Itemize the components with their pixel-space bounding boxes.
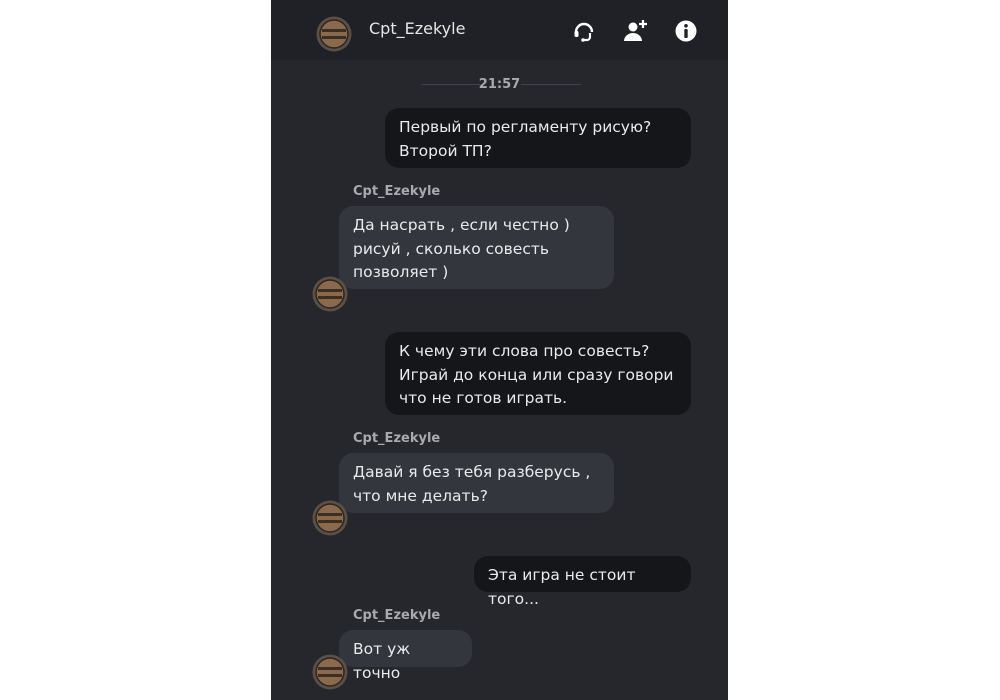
sender-avatar[interactable] xyxy=(312,276,348,312)
avatar-image xyxy=(312,500,348,536)
time-divider: 21:57 xyxy=(271,75,728,95)
message-bubble-outgoing[interactable]: Первый по регламенту рисую? Второй ТП? xyxy=(385,108,691,168)
message-bubble-outgoing[interactable]: Эта игра не стоит того... xyxy=(474,556,691,608)
message-bubble-incoming[interactable]: Да насрать , если честно ) рисуй , сколь… xyxy=(339,206,614,289)
info-button[interactable] xyxy=(672,17,700,45)
chat-header: Cpt_Ezekyle xyxy=(271,0,728,60)
divider-line-right xyxy=(521,84,581,85)
sender-name: Cpt_Ezekyle xyxy=(353,431,441,446)
sender-avatar[interactable] xyxy=(312,654,348,690)
message-bubble-incoming[interactable]: Вот уж точно xyxy=(339,630,472,682)
support-button[interactable] xyxy=(570,17,598,45)
time-label: 21:57 xyxy=(478,77,521,92)
info-icon xyxy=(675,20,697,42)
add-user-icon xyxy=(624,20,647,41)
message-bubble-outgoing[interactable]: К чему эти слова про совесть? Играй до к… xyxy=(385,332,691,415)
avatar-image xyxy=(316,16,352,52)
contact-name[interactable]: Cpt_Ezekyle xyxy=(369,19,465,38)
add-user-button[interactable] xyxy=(621,17,649,45)
support-icon xyxy=(574,22,594,42)
contact-avatar[interactable] xyxy=(316,16,352,52)
sender-name: Cpt_Ezekyle xyxy=(353,184,441,199)
avatar-image xyxy=(312,276,348,312)
avatar-image xyxy=(312,654,348,690)
chat-window: Cpt_Ezekyle 21:57 Первый по регламенту р… xyxy=(271,0,728,700)
message-bubble-incoming[interactable]: Давай я без тебя разберусь , что мне дел… xyxy=(339,453,614,513)
sender-avatar[interactable] xyxy=(312,500,348,536)
sender-name: Cpt_Ezekyle xyxy=(353,608,441,623)
